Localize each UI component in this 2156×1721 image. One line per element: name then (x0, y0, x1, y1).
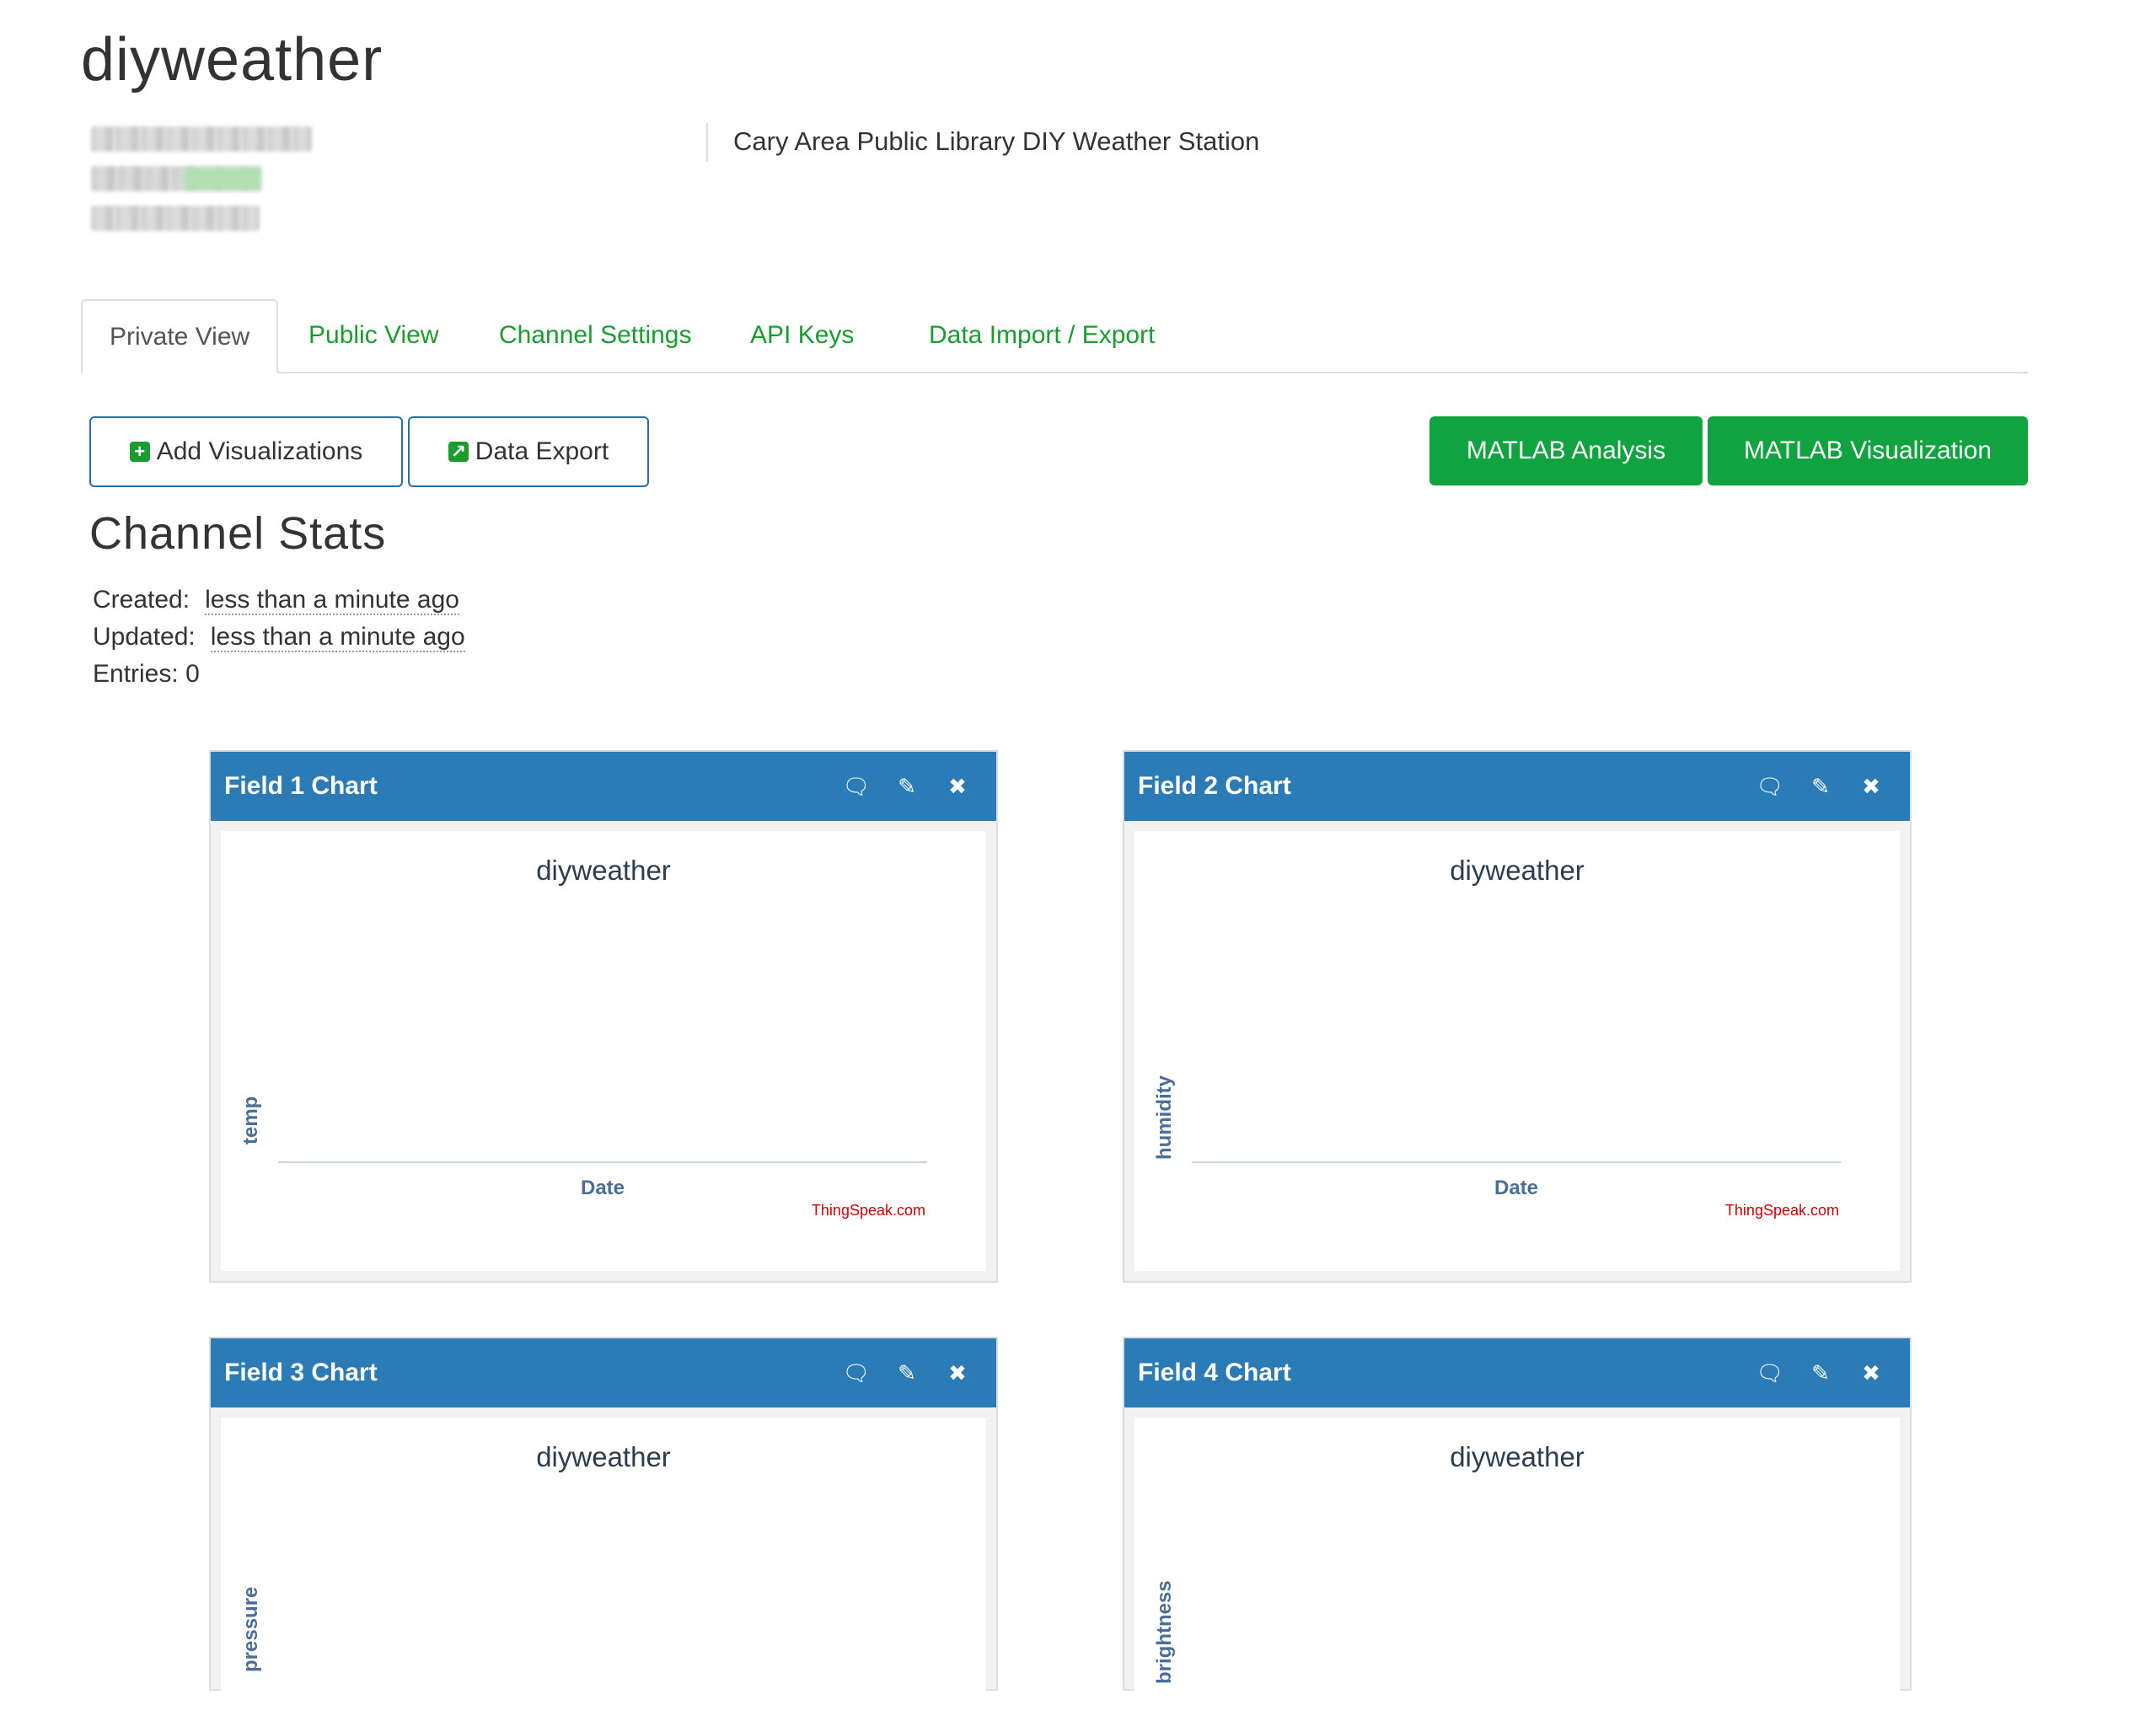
comment-icon[interactable]: 🗨 (831, 774, 882, 800)
panel-title: Field 3 Chart (224, 1359, 378, 1386)
field-3-chart-panel: Field 3 Chart 🗨 ✎ ✖ diyweather pressure (209, 1337, 998, 1721)
vertical-divider (706, 123, 708, 162)
panel-header: Field 1 Chart 🗨 ✎ ✖ (211, 752, 996, 821)
x-axis-label: Date (580, 1177, 625, 1199)
add-visualizations-button[interactable]: + Add Visualizations (89, 416, 403, 487)
redacted-line (91, 126, 312, 152)
entries-row: Entries: 0 (93, 656, 465, 693)
tab-api-keys[interactable]: API Keys (723, 299, 881, 372)
matlab-analysis-button[interactable]: MATLAB Analysis (1429, 416, 1703, 485)
y-axis-label: pressure (239, 1586, 262, 1672)
channel-tabs: Private View Public View Channel Setting… (81, 299, 2028, 373)
tab-channel-settings[interactable]: Channel Settings (472, 299, 719, 372)
panel-title: Field 4 Chart (1138, 1359, 1291, 1386)
data-export-button[interactable]: ↗ Data Export (408, 416, 649, 487)
pencil-icon[interactable]: ✎ (1795, 1360, 1846, 1386)
panel-title: Field 1 Chart (224, 772, 378, 800)
created-label: Created: (93, 586, 190, 614)
close-icon[interactable]: ✖ (1846, 774, 1896, 800)
pencil-icon[interactable]: ✎ (882, 774, 932, 800)
chart-area: diyweather pressure (221, 1418, 986, 1721)
pencil-icon[interactable]: ✎ (1795, 774, 1846, 800)
panel-header: Field 3 Chart 🗨 ✎ ✖ (211, 1338, 996, 1407)
comment-icon[interactable]: 🗨 (1745, 774, 1795, 800)
x-axis-line (278, 1161, 927, 1163)
updated-row: Updated: less than a minute ago (93, 619, 465, 656)
field-4-chart-panel: Field 4 Chart 🗨 ✎ ✖ diyweather brightnes… (1123, 1337, 1912, 1721)
y-axis-label: temp (239, 1096, 262, 1145)
close-icon[interactable]: ✖ (932, 774, 983, 800)
y-axis-label: humidity (1153, 1075, 1176, 1160)
matlab-visualization-button[interactable]: MATLAB Visualization (1708, 416, 2028, 485)
page-title: diyweather (81, 26, 383, 94)
external-link-icon: ↗ (448, 442, 469, 462)
field-1-chart-panel: Field 1 Chart 🗨 ✎ ✖ diyweather temp Date… (209, 750, 998, 1283)
tab-public-view[interactable]: Public View (282, 299, 466, 372)
chart-area: diyweather humidity Date ThingSpeak.com (1134, 831, 1900, 1271)
chart-title: diyweather (536, 855, 671, 886)
channel-stats: Created: less than a minute ago Updated: l… (93, 582, 465, 693)
chart-title: diyweather (536, 1441, 671, 1472)
channel-stats-title: Channel Stats (89, 508, 387, 559)
data-export-label: Data Export (475, 437, 609, 465)
chart-title: diyweather (1450, 855, 1585, 886)
created-value: less than a minute ago (205, 586, 459, 615)
pencil-icon[interactable]: ✎ (882, 1360, 932, 1386)
plus-square-icon: + (129, 442, 150, 462)
panel-header: Field 4 Chart 🗨 ✎ ✖ (1124, 1338, 1910, 1407)
thingspeak-credit-link[interactable]: ThingSpeak.com (812, 1202, 925, 1220)
thingspeak-credit-link[interactable]: ThingSpeak.com (1725, 1202, 1839, 1220)
tab-private-view[interactable]: Private View (81, 299, 279, 373)
redacted-line (91, 166, 261, 191)
x-axis-line (1192, 1161, 1841, 1163)
updated-label: Updated: (93, 623, 196, 651)
chart-area: diyweather temp Date ThingSpeak.com (221, 831, 986, 1271)
panel-header: Field 2 Chart 🗨 ✎ ✖ (1124, 752, 1910, 821)
entries-label: Entries: (93, 660, 179, 688)
field-2-chart-panel: Field 2 Chart 🗨 ✎ ✖ diyweather humidity … (1123, 750, 1912, 1283)
x-axis-label: Date (1494, 1177, 1539, 1199)
close-icon[interactable]: ✖ (932, 1360, 983, 1386)
comment-icon[interactable]: 🗨 (1745, 1360, 1795, 1386)
panel-title: Field 2 Chart (1138, 772, 1291, 800)
chart-title: diyweather (1450, 1441, 1585, 1472)
close-icon[interactable]: ✖ (1846, 1360, 1896, 1386)
y-axis-label: brightness (1153, 1580, 1176, 1684)
updated-value: less than a minute ago (210, 623, 465, 652)
entries-value: 0 (185, 660, 200, 688)
chart-area: diyweather brightness (1134, 1418, 1900, 1721)
comment-icon[interactable]: 🗨 (831, 1360, 882, 1386)
created-row: Created: less than a minute ago (93, 582, 465, 619)
redacted-channel-meta (91, 126, 327, 245)
redacted-line (91, 206, 260, 231)
tab-data-import-export[interactable]: Data Import / Export (902, 299, 1182, 372)
add-visualizations-label: Add Visualizations (156, 437, 363, 465)
channel-description: Cary Area Public Library DIY Weather Sta… (733, 126, 1260, 156)
